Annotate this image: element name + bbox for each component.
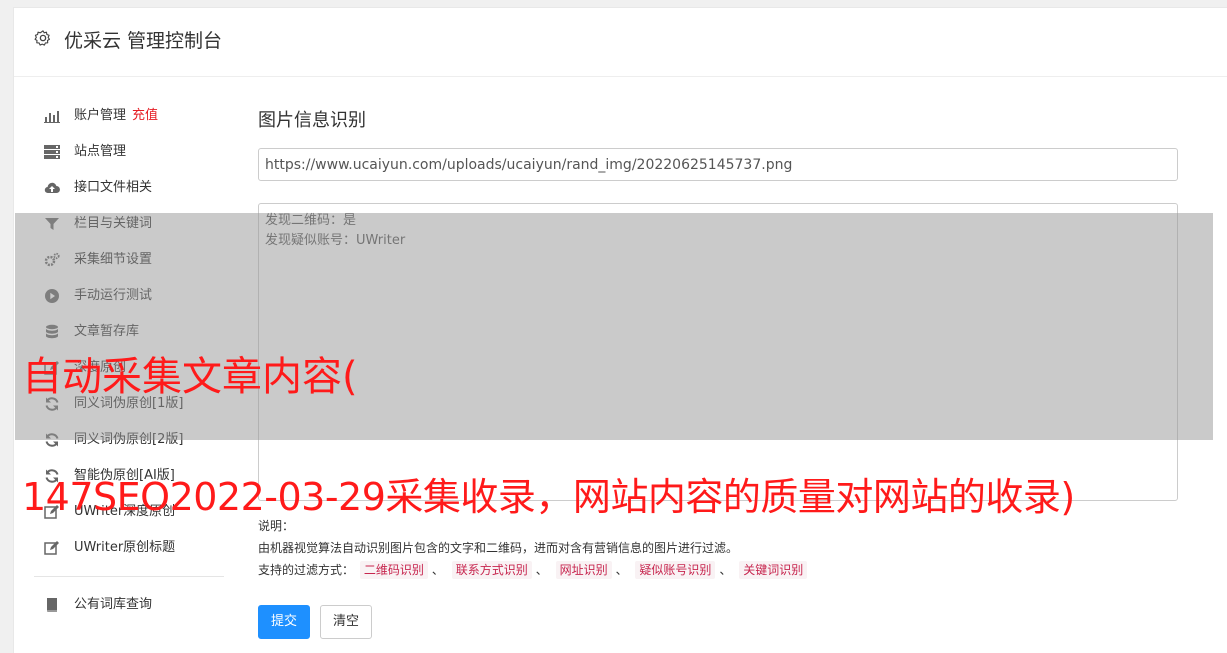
server-icon — [44, 145, 60, 159]
filter-chip: 二维码识别 — [359, 561, 428, 579]
filter-separator: 、 — [719, 563, 732, 577]
panel-header: 优采云 管理控制台 — [14, 8, 1227, 77]
sidebar-item-sites[interactable]: 站点管理 — [34, 134, 224, 170]
sidebar-item-uwriter-title[interactable]: UWriter原创标题 — [34, 530, 224, 566]
button-row: 提交 清空 — [258, 605, 1178, 639]
gear-icon — [34, 30, 51, 46]
bar-chart-icon — [44, 111, 60, 123]
overlay-caption-line1: 自动采集文章内容( — [22, 354, 358, 400]
filter-label: 支持的过滤方式： — [258, 563, 355, 577]
sidebar-item-label: UWriter原创标题 — [74, 540, 176, 555]
filter-separator: 、 — [431, 563, 444, 577]
filter-chip: 联系方式识别 — [451, 561, 532, 579]
book-icon — [47, 598, 57, 613]
sidebar-divider — [34, 576, 224, 577]
sidebar-item-label: 公有词库查询 — [74, 597, 153, 612]
sidebar-item-public-lexicon[interactable]: 公有词库查询 — [34, 587, 224, 623]
notes: 说明： 由机器视觉算法自动识别图片包含的文字和二维码，进而对含有营销信息的图片进… — [258, 515, 1178, 581]
sidebar-item-account[interactable]: 账户管理 充值 — [34, 98, 224, 134]
clear-button[interactable]: 清空 — [320, 605, 373, 639]
submit-button[interactable]: 提交 — [258, 605, 311, 639]
filter-chip: 网址识别 — [555, 561, 612, 579]
sidebar-item-label: 站点管理 — [74, 144, 127, 159]
sidebar-item-label: 接口文件相关 — [74, 180, 153, 195]
sidebar-item-interface-files[interactable]: 接口文件相关 — [34, 170, 224, 206]
section-title: 图片信息识别 — [258, 110, 366, 131]
sidebar-item-label: 账户管理 — [74, 108, 127, 123]
image-url-input[interactable] — [258, 148, 1178, 181]
filter-chip: 关键词识别 — [739, 561, 808, 579]
filter-methods: 支持的过滤方式： 二维码识别、 联系方式识别、 网址识别、 疑似账号识别、 关键… — [258, 559, 1178, 581]
edit-icon — [44, 541, 59, 555]
notes-description: 由机器视觉算法自动识别图片包含的文字和二维码，进而对含有营销信息的图片进行过滤。 — [258, 541, 739, 555]
filter-separator: 、 — [535, 563, 548, 577]
cloud-upload-icon — [44, 182, 60, 194]
overlay-caption-line2: 147SEO2022-03-29采集收录，网站内容的质量对网站的收录) — [22, 475, 1075, 519]
filter-separator: 、 — [615, 563, 628, 577]
filter-chip: 疑似账号识别 — [635, 561, 716, 579]
page-title: 优采云 管理控制台 — [64, 30, 223, 52]
recharge-link[interactable]: 充值 — [132, 108, 158, 123]
overlay-band — [15, 213, 1213, 440]
